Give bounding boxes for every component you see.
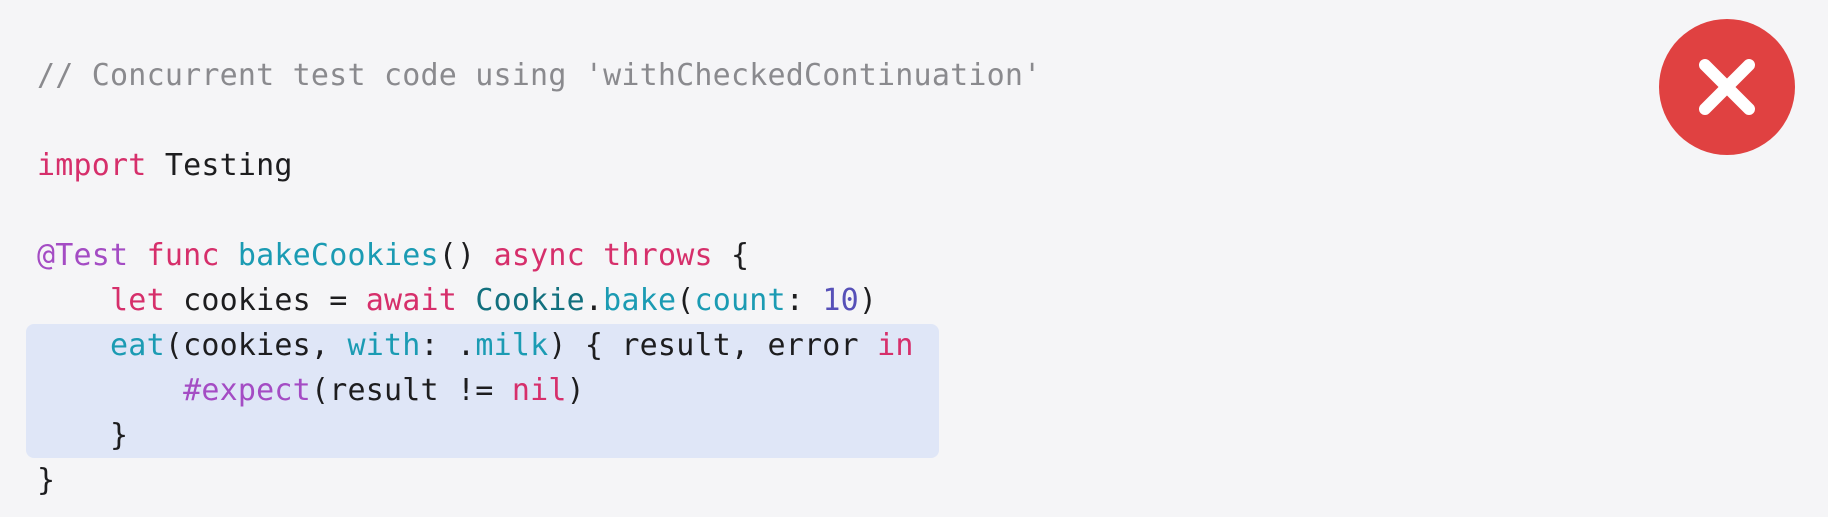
test-attribute: @Test [37,238,129,273]
keyword-let: let [110,283,165,318]
code-line-function-end: } [37,463,56,498]
code-line-comment: // Concurrent test code using 'withCheck… [37,56,1041,96]
method-name: bake [603,283,677,318]
keyword-nil: nil [511,373,567,408]
error-x-icon [1659,19,1795,155]
keyword-await: await [365,283,458,318]
code-line-let-cookies: let cookies = await Cookie.bake(count: 1… [110,283,878,318]
keyword-import: import [37,148,147,183]
type-name: Cookie [475,283,585,318]
argument-label: with [347,328,421,363]
code-snippet: // Concurrent test code using 'withCheck… [0,0,1828,517]
member-name: milk [475,328,549,363]
comment-text: // Concurrent test code using 'withCheck… [37,58,1042,93]
number-literal: 10 [822,283,859,318]
keyword-async: async [493,238,585,273]
keyword-throws: throws [603,238,713,273]
function-name: bakeCookies [237,238,439,273]
code-line-import: import Testing [37,146,293,186]
expect-macro: #expect [183,373,311,408]
code-line-eat: eat(cookies, with: .milk) { result, erro… [110,328,914,363]
keyword-in: in [877,328,914,363]
code-line-closure-end: } [110,418,129,453]
keyword-func: func [146,238,220,273]
x-mark-icon [1699,59,1755,115]
function-call: eat [110,328,165,363]
argument-label: count [694,283,786,318]
module-name: Testing [164,148,293,183]
code-line-expect: #expect(result != nil) [183,373,585,408]
code-line-test-declaration: @Test func bakeCookies() async throws { [37,238,750,273]
